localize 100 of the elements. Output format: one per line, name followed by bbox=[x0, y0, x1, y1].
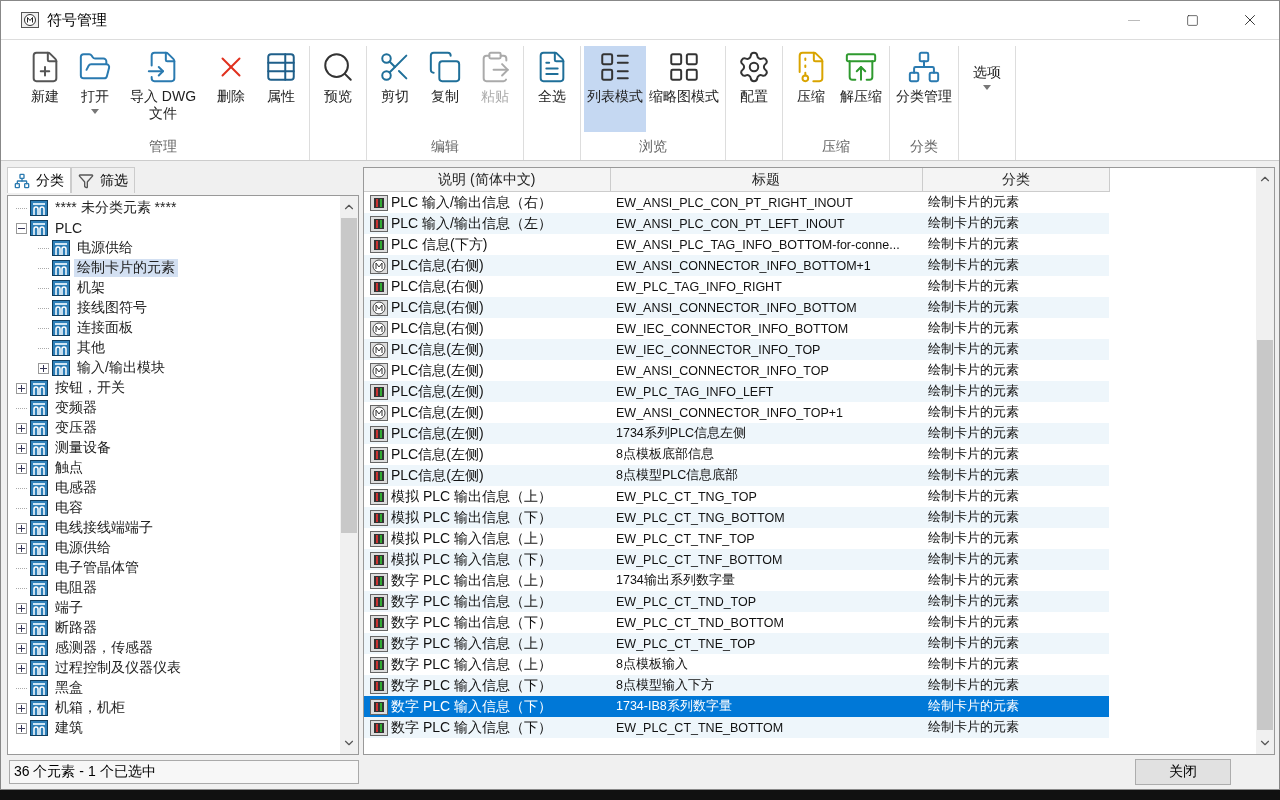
table-row[interactable]: 模拟 PLC 输入信息（下） EW_PLC_CT_TNF_BOTTOM 绘制卡片的元素 bbox=[364, 549, 1109, 570]
table-row[interactable]: 模拟 PLC 输入信息（上） EW_PLC_CT_TNF_TOP 绘制卡片的元素 bbox=[364, 528, 1109, 549]
tree-item[interactable]: 变频器 bbox=[52, 399, 100, 417]
expand-toggle[interactable] bbox=[16, 642, 27, 654]
library-folder-icon bbox=[52, 340, 70, 356]
table-row[interactable]: PLC信息(右侧) EW_IEC_CONNECTOR_INFO_BOTTOM 绘制卡片的元素 bbox=[364, 318, 1109, 339]
table-row[interactable]: 数字 PLC 输出信息（下） EW_PLC_CT_TND_BOTTOM 绘制卡片的元素 bbox=[364, 612, 1109, 633]
table-cell: EW_PLC_TAG_INFO_RIGHT bbox=[610, 276, 922, 297]
table-row[interactable]: 模拟 PLC 输出信息（下） EW_PLC_CT_TNG_BOTTOM 绘制卡片的元素 bbox=[364, 507, 1109, 528]
tree-item[interactable]: 感测器，传感器 bbox=[52, 639, 156, 657]
table-cell: 数字 PLC 输入信息（下） bbox=[391, 676, 552, 695]
tree-item[interactable]: 断路器 bbox=[52, 619, 100, 637]
ribbon-button[interactable]: 属性 bbox=[256, 46, 306, 132]
ribbon-button[interactable]: 复制 bbox=[420, 46, 470, 132]
expand-toggle[interactable] bbox=[38, 362, 49, 374]
table-row[interactable]: PLC信息(左侧) EW_PLC_TAG_INFO_LEFT 绘制卡片的元素 bbox=[364, 381, 1109, 402]
expand-toggle[interactable] bbox=[16, 442, 27, 454]
scrollbar[interactable] bbox=[1256, 168, 1274, 754]
expand-toggle[interactable] bbox=[16, 722, 27, 734]
expand-toggle[interactable] bbox=[16, 702, 27, 714]
table-row[interactable]: PLC信息(左侧) 1734系列PLC信息左侧 绘制卡片的元素 bbox=[364, 423, 1109, 444]
ribbon-button[interactable]: 打开 bbox=[70, 46, 120, 132]
tree-item[interactable]: 变压器 bbox=[52, 419, 100, 437]
library-folder-icon bbox=[52, 260, 70, 276]
ribbon-button[interactable]: 配置 bbox=[729, 46, 779, 132]
tree-item[interactable]: 电感器 bbox=[52, 479, 100, 497]
scrollbar[interactable] bbox=[340, 196, 358, 754]
tree-item[interactable]: 建筑 bbox=[52, 719, 86, 737]
expand-toggle[interactable] bbox=[16, 382, 27, 394]
ribbon-button[interactable]: 选项 bbox=[962, 46, 1012, 132]
tree-item[interactable]: 电源供给 bbox=[52, 539, 114, 557]
table-row[interactable]: PLC 输入/输出信息（左） EW_ANSI_PLC_CON_PT_LEFT_INOUT 绘制卡片的元素 bbox=[364, 213, 1109, 234]
table-row[interactable]: PLC信息(右侧) EW_ANSI_CONNECTOR_INFO_BOTTOM 绘制卡片的元素 bbox=[364, 297, 1109, 318]
dialog-button[interactable]: 关闭 bbox=[1135, 759, 1231, 785]
expand-toggle[interactable] bbox=[16, 422, 27, 434]
library-folder-icon bbox=[30, 560, 48, 576]
tree-item[interactable]: 过程控制及仪器仪表 bbox=[52, 659, 184, 677]
expand-toggle[interactable] bbox=[16, 462, 27, 474]
tree-item[interactable]: 电阻器 bbox=[52, 579, 100, 597]
ribbon-button[interactable]: 导入 DWG 文件 bbox=[120, 46, 206, 132]
table-row[interactable]: 数字 PLC 输出信息（上） EW_PLC_CT_TND_TOP 绘制卡片的元素 bbox=[364, 591, 1109, 612]
ribbon-button[interactable]: 剪切 bbox=[370, 46, 420, 132]
ribbon-button[interactable]: 全选 bbox=[527, 46, 577, 132]
tree-item[interactable]: 黑盒 bbox=[52, 679, 86, 697]
plus-icon bbox=[18, 624, 25, 632]
table-row[interactable]: 数字 PLC 输入信息（上） 8点模板输入 绘制卡片的元素 bbox=[364, 654, 1109, 675]
tree-item[interactable]: 绘制卡片的元素 bbox=[74, 259, 178, 277]
panel-tab[interactable]: 分类 bbox=[7, 167, 71, 193]
tree-item[interactable]: 电容 bbox=[52, 499, 86, 517]
table-row[interactable]: PLC信息(左侧) EW_ANSI_CONNECTOR_INFO_TOP+1 绘制卡片的元素 bbox=[364, 402, 1109, 423]
table-row[interactable]: PLC信息(右侧) EW_PLC_TAG_INFO_RIGHT 绘制卡片的元素 bbox=[364, 276, 1109, 297]
expand-toggle[interactable] bbox=[16, 622, 27, 634]
tree-item[interactable]: 按钮，开关 bbox=[52, 379, 128, 397]
table-row[interactable]: PLC信息(左侧) EW_IEC_CONNECTOR_INFO_TOP 绘制卡片的元素 bbox=[364, 339, 1109, 360]
tree-item[interactable]: 机箱，机柜 bbox=[52, 699, 128, 717]
table-row[interactable]: PLC信息(左侧) 8点模型PLC信息底部 绘制卡片的元素 bbox=[364, 465, 1109, 486]
column-header[interactable]: 分类 bbox=[922, 168, 1109, 192]
ribbon-button[interactable]: 删除 bbox=[206, 46, 256, 132]
table-row[interactable]: PLC信息(右侧) EW_ANSI_CONNECTOR_INFO_BOTTOM+1 绘制卡片的元素 bbox=[364, 255, 1109, 276]
tree-item[interactable]: 端子 bbox=[52, 599, 86, 617]
expand-toggle[interactable] bbox=[16, 602, 27, 614]
group-label: 浏览 bbox=[639, 138, 667, 156]
tree-item[interactable]: 其他 bbox=[74, 339, 108, 357]
column-header[interactable]: 说明 (简体中文) bbox=[364, 168, 610, 192]
filter-icon bbox=[78, 172, 94, 189]
tree-item[interactable]: 触点 bbox=[52, 459, 86, 477]
table-row[interactable]: PLC 信息(下方) EW_ANSI_PLC_TAG_INFO_BOTTOM-for-conne... 绘制卡片的元素 bbox=[364, 234, 1109, 255]
table-row[interactable]: 数字 PLC 输入信息（下） 1734-IB8系列数字量 绘制卡片的元素 bbox=[364, 696, 1109, 717]
panel-tab[interactable]: 筛选 bbox=[71, 167, 135, 193]
tree-item[interactable]: 输入/输出模块 bbox=[74, 359, 168, 377]
ribbon-button[interactable]: 缩略图模式 bbox=[646, 46, 722, 132]
tree-item[interactable]: 电子管晶体管 bbox=[52, 559, 142, 577]
table-row[interactable]: PLC信息(左侧) 8点模板底部信息 绘制卡片的元素 bbox=[364, 444, 1109, 465]
table-row[interactable]: PLC 输入/输出信息（右） EW_ANSI_PLC_CON_PT_RIGHT_INOUT 绘制卡片的元素 bbox=[364, 191, 1109, 213]
tree-item[interactable]: PLC bbox=[52, 220, 86, 236]
table-row[interactable]: 数字 PLC 输入信息（下） EW_PLC_CT_TNE_BOTTOM 绘制卡片的元素 bbox=[364, 717, 1109, 738]
ribbon-button[interactable]: 新建 bbox=[20, 46, 70, 132]
collapse-toggle[interactable] bbox=[16, 222, 27, 234]
table-row[interactable]: 数字 PLC 输入信息（上） EW_PLC_CT_TNE_TOP 绘制卡片的元素 bbox=[364, 633, 1109, 654]
ribbon-button[interactable]: 压缩 bbox=[786, 46, 836, 132]
tree-item[interactable]: 机架 bbox=[74, 279, 108, 297]
expand-toggle[interactable] bbox=[16, 662, 27, 674]
tree-item[interactable]: 测量设备 bbox=[52, 439, 114, 457]
column-header[interactable]: 标题 bbox=[610, 168, 922, 192]
expand-toggle[interactable] bbox=[16, 522, 27, 534]
table-row[interactable]: 模拟 PLC 输出信息（上） EW_PLC_CT_TNG_TOP 绘制卡片的元素 bbox=[364, 486, 1109, 507]
ribbon-button[interactable]: 解压缩 bbox=[836, 46, 886, 132]
ribbon-button[interactable]: 分类管理 bbox=[893, 46, 955, 132]
table-row[interactable]: 数字 PLC 输入信息（下） 8点模型输入下方 绘制卡片的元素 bbox=[364, 675, 1109, 696]
table-cell: PLC 输入/输出信息（右） bbox=[391, 193, 552, 212]
table-row[interactable]: 数字 PLC 输出信息（上） 1734输出系列数字量 绘制卡片的元素 bbox=[364, 570, 1109, 591]
tree-item[interactable]: **** 未分类元素 **** bbox=[52, 199, 180, 217]
expand-toggle[interactable] bbox=[16, 542, 27, 554]
tree-item[interactable]: 连接面板 bbox=[74, 319, 136, 337]
tree-item[interactable]: 电源供给 bbox=[74, 239, 136, 257]
ribbon-button[interactable]: 列表模式 bbox=[584, 46, 646, 132]
table-row[interactable]: PLC信息(左侧) EW_ANSI_CONNECTOR_INFO_TOP 绘制卡片的元素 bbox=[364, 360, 1109, 381]
tree-item[interactable]: 电线接线端端子 bbox=[52, 519, 156, 537]
ribbon-button[interactable]: 预览 bbox=[313, 46, 363, 132]
tree-item[interactable]: 接线图符号 bbox=[74, 299, 150, 317]
